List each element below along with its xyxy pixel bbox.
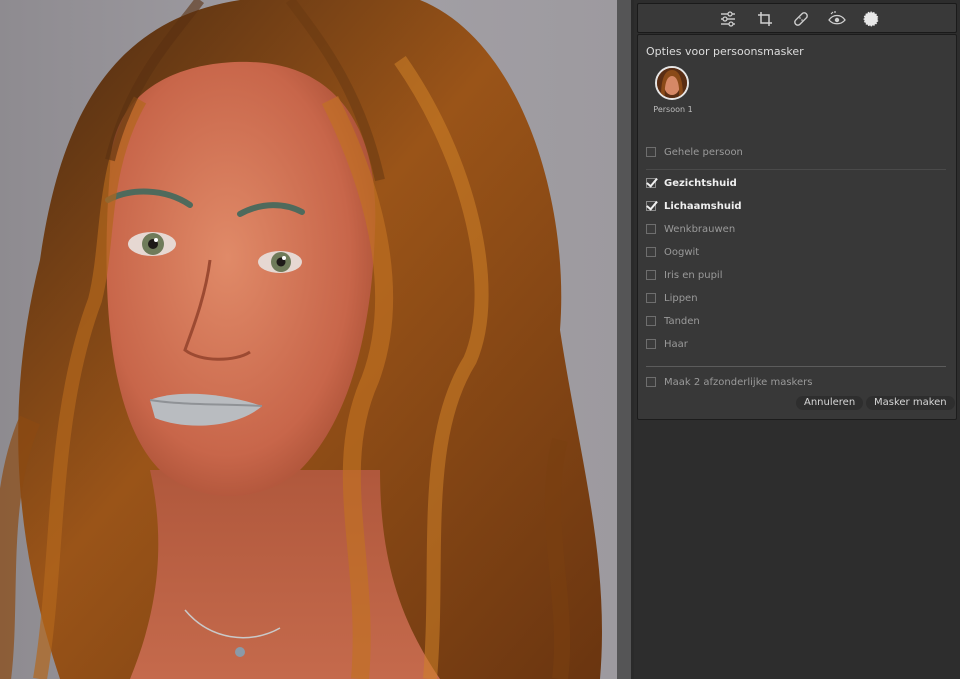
panel-splitter[interactable]	[617, 0, 631, 679]
option-lips[interactable]: Lippen	[646, 291, 698, 305]
divider	[646, 169, 946, 170]
lips-label: Lippen	[664, 292, 698, 304]
separate-masks-checkbox[interactable]	[646, 377, 656, 387]
separate-masks-label: Maak 2 afzonderlijke maskers	[664, 376, 813, 388]
person-thumbnail[interactable]	[655, 66, 689, 100]
lips-checkbox[interactable]	[646, 293, 656, 303]
eyebrows-checkbox[interactable]	[646, 224, 656, 234]
portrait-photo	[0, 0, 602, 679]
separate-masks-option[interactable]: Maak 2 afzonderlijke maskers	[646, 375, 812, 389]
option-body-skin[interactable]: Lichaamshuid	[646, 199, 742, 213]
whole-person-option[interactable]: Gehele persoon	[646, 145, 743, 159]
eye-whites-label: Oogwit	[664, 246, 700, 258]
create-mask-button[interactable]: Masker maken	[866, 396, 955, 410]
hair-checkbox[interactable]	[646, 339, 656, 349]
option-face-skin[interactable]: Gezichtshuid	[646, 176, 737, 190]
option-hair[interactable]: Haar	[646, 337, 688, 351]
crop-icon[interactable]	[755, 9, 775, 29]
teeth-checkbox[interactable]	[646, 316, 656, 326]
sliders-icon[interactable]	[718, 9, 738, 29]
option-eyebrows[interactable]: Wenkbrauwen	[646, 222, 735, 236]
option-iris-pupil[interactable]: Iris en pupil	[646, 268, 723, 282]
whole-person-checkbox[interactable]	[646, 147, 656, 157]
person-mask-options-dialog: Opties voor persoonsmasker Persoon 1 Geh…	[637, 34, 957, 420]
healing-bandage-icon[interactable]	[791, 9, 811, 29]
option-teeth[interactable]: Tanden	[646, 314, 700, 328]
dialog-title: Opties voor persoonsmasker	[646, 45, 804, 58]
whole-person-label: Gehele persoon	[664, 146, 743, 158]
person-label: Persoon 1	[653, 105, 693, 114]
teeth-label: Tanden	[664, 315, 700, 327]
hair-label: Haar	[664, 338, 688, 350]
eyebrows-label: Wenkbrauwen	[664, 223, 736, 235]
red-eye-icon[interactable]	[827, 9, 847, 29]
iris-pupil-checkbox[interactable]	[646, 270, 656, 280]
photo-canvas[interactable]	[0, 0, 617, 679]
divider	[646, 366, 946, 367]
face-skin-checkbox[interactable]	[646, 178, 656, 188]
face-skin-label: Gezichtshuid	[664, 177, 737, 189]
person-avatar	[657, 68, 687, 98]
masking-icon[interactable]	[861, 9, 881, 29]
right-panel: Opties voor persoonsmasker Persoon 1 Geh…	[634, 0, 960, 679]
option-eye-whites[interactable]: Oogwit	[646, 245, 699, 259]
iris-pupil-label: Iris en pupil	[664, 269, 723, 281]
body-skin-checkbox[interactable]	[646, 201, 656, 211]
cancel-button[interactable]: Annuleren	[796, 396, 864, 410]
eye-whites-checkbox[interactable]	[646, 247, 656, 257]
body-skin-label: Lichaamshuid	[664, 200, 742, 212]
tool-strip	[637, 3, 957, 33]
